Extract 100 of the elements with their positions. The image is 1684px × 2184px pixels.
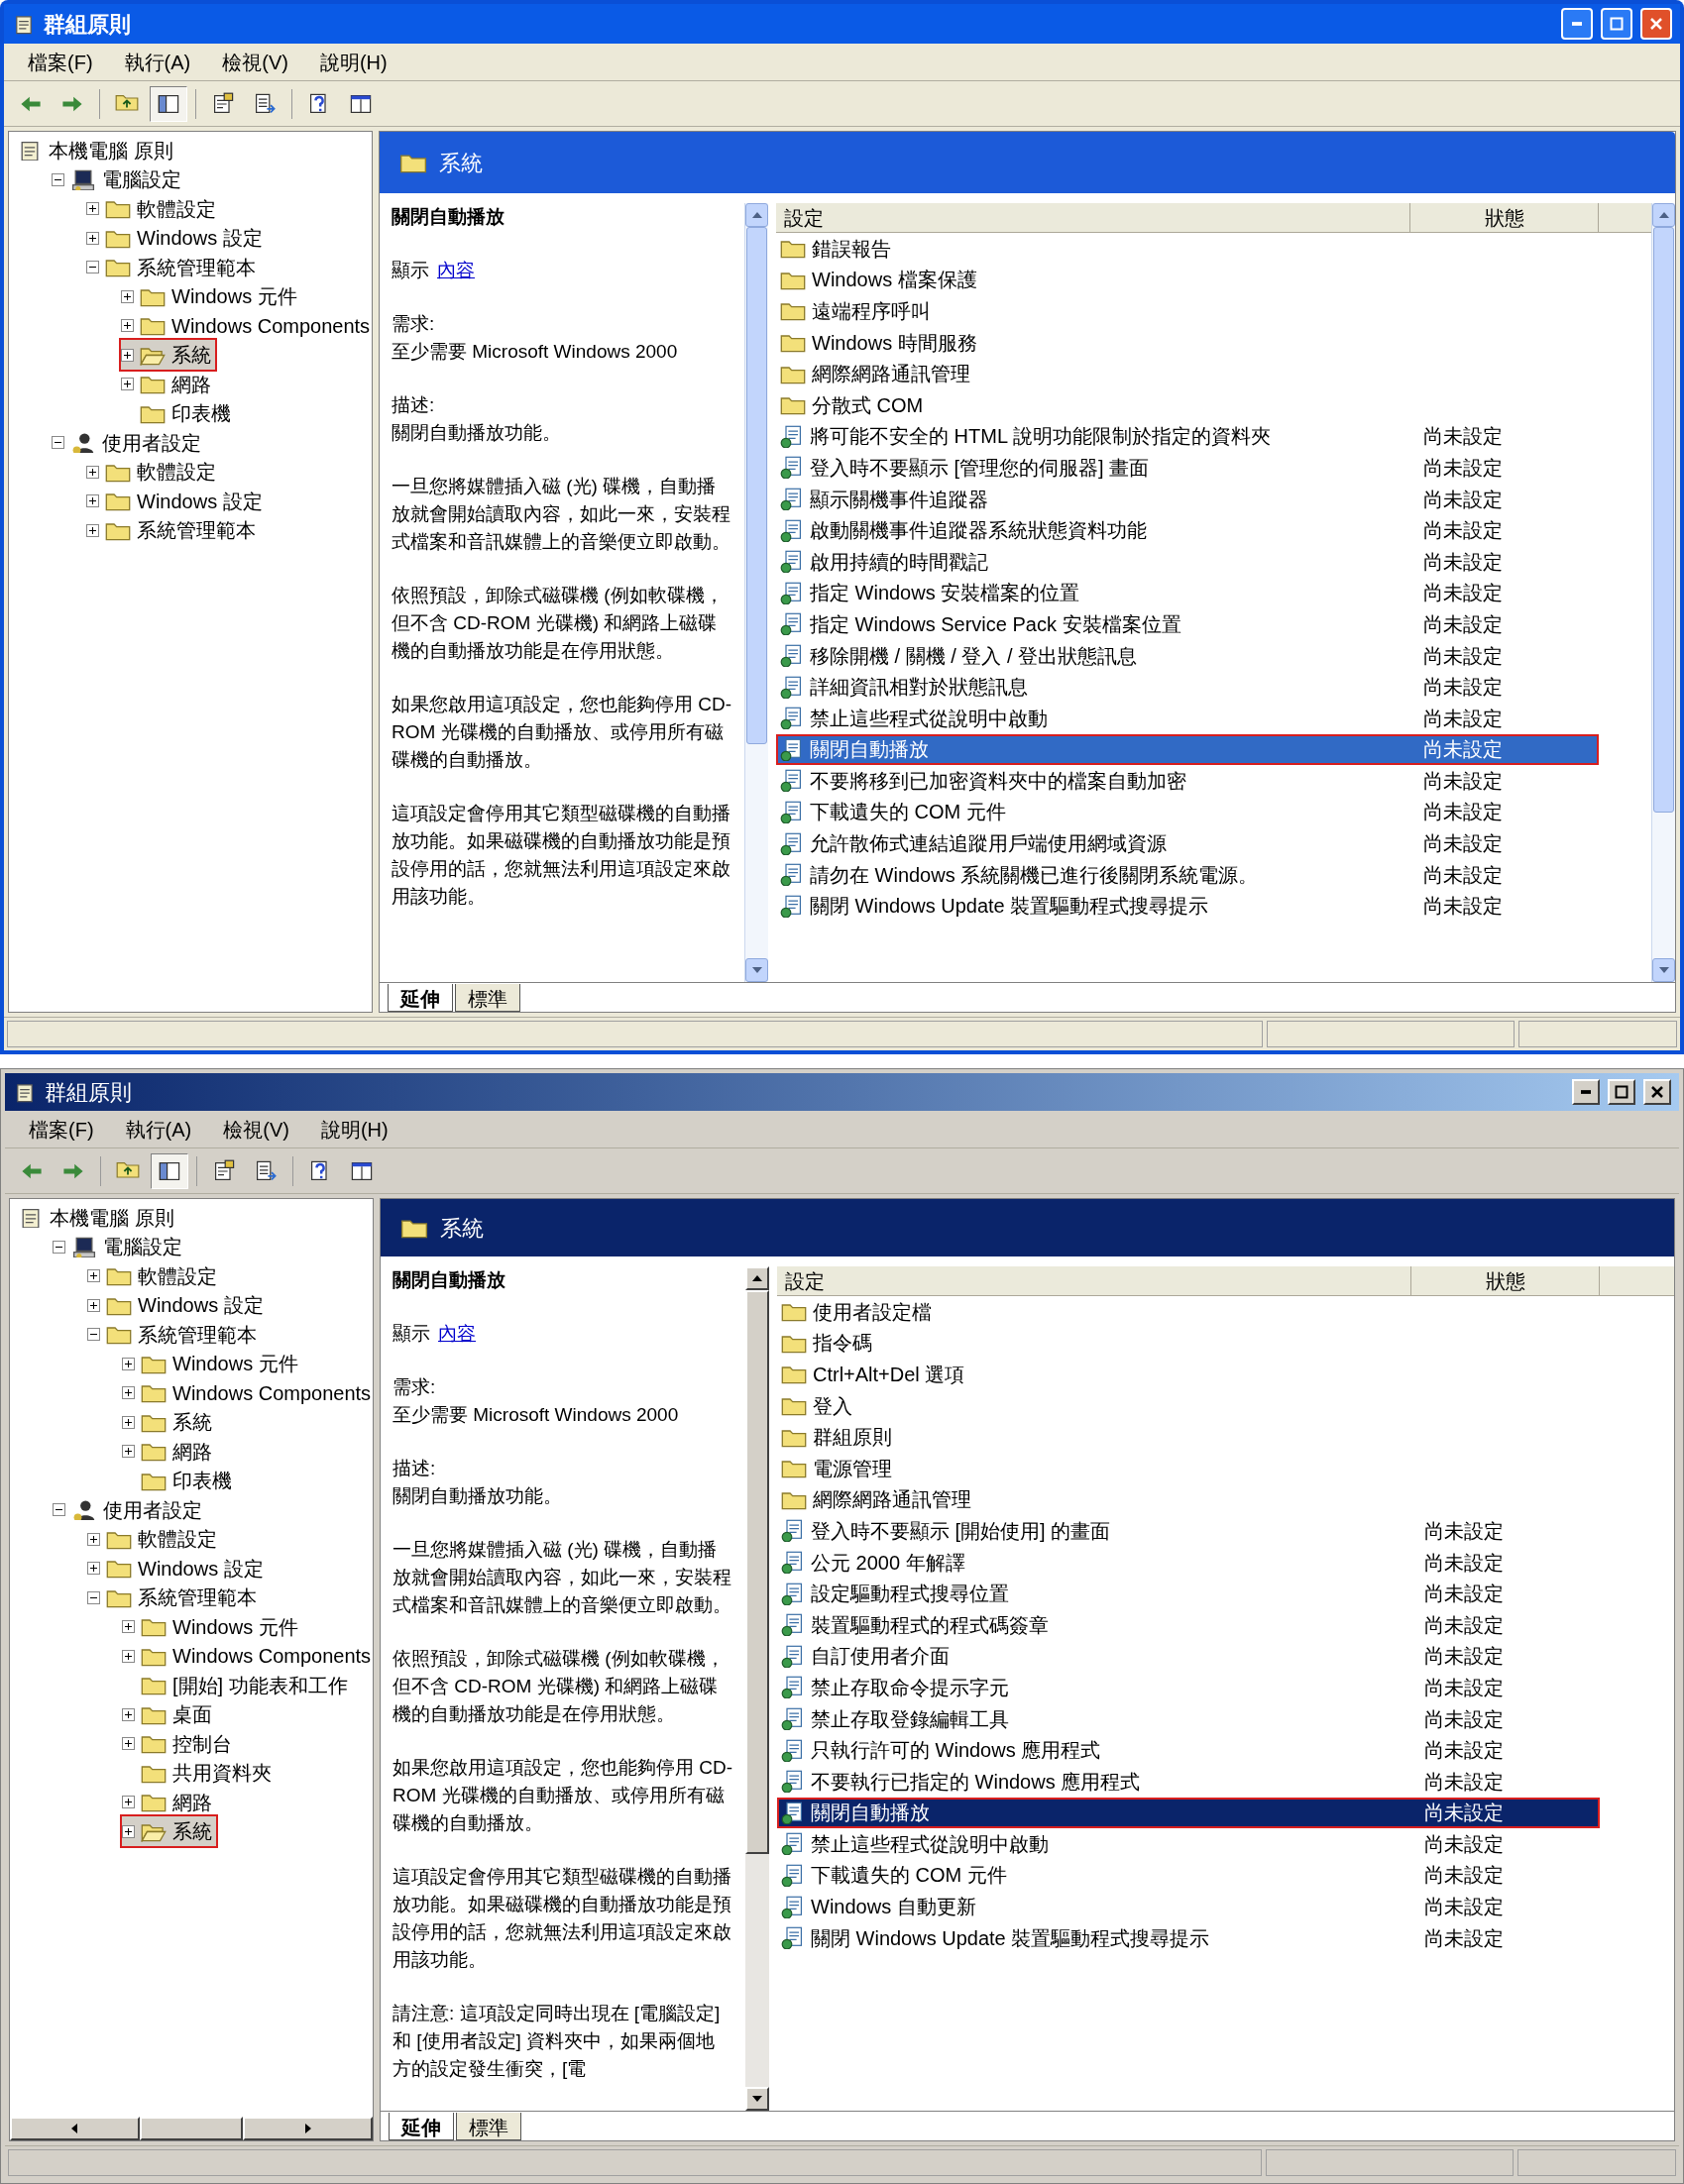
list-row[interactable]: 關閉自動播放 尚未設定	[777, 1797, 1600, 1829]
content-link[interactable]: 內容	[437, 257, 475, 284]
expand-icon[interactable]	[122, 1824, 135, 1838]
column-header[interactable]: 狀態	[1410, 203, 1599, 232]
tree-item[interactable]: 使用者設定	[53, 1494, 206, 1525]
tree-item[interactable]: [開始] 功能表和工作	[122, 1670, 352, 1700]
content-link[interactable]: 內容	[438, 1320, 476, 1348]
tree-item[interactable]: Windows 設定	[87, 1290, 268, 1321]
menu-item[interactable]: 執行(A)	[113, 1114, 204, 1145]
collapse-icon[interactable]	[52, 172, 64, 186]
expand-icon[interactable]	[122, 1386, 135, 1400]
column-header[interactable]: 設定	[776, 203, 1410, 232]
expand-icon[interactable]	[87, 1532, 100, 1546]
column-header[interactable]: 設定	[777, 1266, 1411, 1295]
menu-item[interactable]: 檢視(V)	[210, 47, 300, 77]
list-row[interactable]: 關閉 Windows Update 裝置驅動程式搜尋提示 尚未設定	[777, 1921, 1600, 1954]
list-row[interactable]: 指令碼	[777, 1327, 1600, 1360]
menu-item[interactable]: 檢視(V)	[211, 1114, 301, 1145]
expand-icon[interactable]	[122, 1649, 135, 1663]
list-row[interactable]: 自訂使用者介面 尚未設定	[777, 1640, 1600, 1673]
list-row[interactable]: 將可能不安全的 HTML 說明功能限制於指定的資料夾 尚未設定	[776, 420, 1599, 453]
expand-icon[interactable]	[87, 1269, 100, 1283]
list-row[interactable]: 公元 2000 年解譯 尚未設定	[777, 1546, 1600, 1579]
scroll-thumb[interactable]	[746, 227, 767, 744]
collapse-icon[interactable]	[87, 1328, 100, 1342]
tree-item[interactable]: 系統	[122, 1816, 216, 1847]
tree-item[interactable]: Windows Components	[121, 310, 372, 341]
list-row[interactable]: 禁止這些程式從說明中啟動 尚未設定	[776, 702, 1599, 734]
menu-item[interactable]: 說明(H)	[307, 47, 399, 77]
expand-icon[interactable]	[86, 465, 99, 479]
expand-icon[interactable]	[121, 348, 134, 362]
expand-icon[interactable]	[122, 1620, 135, 1634]
list-row[interactable]: Windows 自動更新 尚未設定	[777, 1891, 1600, 1922]
list-row[interactable]: 禁止存取命令提示字元 尚未設定	[777, 1672, 1600, 1703]
tree-item[interactable]: 系統	[121, 340, 215, 371]
scrollbar[interactable]	[744, 203, 768, 982]
column-header[interactable]: 狀態	[1411, 1266, 1600, 1295]
scroll-thumb[interactable]	[1653, 227, 1674, 813]
list-row[interactable]: 下載遺失的 COM 元件 尚未設定	[777, 1859, 1600, 1892]
list-row[interactable]: 分散式 COM	[776, 388, 1599, 421]
list-row[interactable]: 禁止存取登錄編輯工具 尚未設定	[777, 1702, 1600, 1735]
expand-icon[interactable]	[122, 1357, 135, 1370]
list-row[interactable]: 顯示關機事件追蹤器 尚未設定	[776, 483, 1599, 515]
tree-item[interactable]: 本機電腦 原則	[18, 1202, 178, 1233]
expand-icon[interactable]	[86, 523, 99, 537]
tree-item[interactable]: Windows 設定	[86, 223, 267, 254]
close-button[interactable]	[1643, 1079, 1671, 1105]
tree-item[interactable]: 使用者設定	[52, 427, 205, 458]
tree-item[interactable]: 軟體設定	[87, 1524, 221, 1555]
tree-item[interactable]: 印表機	[122, 1466, 236, 1496]
scroll-right-button[interactable]	[243, 2117, 373, 2140]
tree-item[interactable]: 軟體設定	[86, 193, 220, 224]
tree-item[interactable]: Windows Components	[122, 1641, 373, 1672]
tree-item[interactable]: Windows 元件	[122, 1611, 302, 1642]
view-tab[interactable]: 延伸	[388, 984, 453, 1012]
tree-item[interactable]: Windows 設定	[87, 1553, 268, 1583]
list-row[interactable]: 請勿在 Windows 系統關機已進行後關閉系統電源。 尚未設定	[776, 858, 1599, 891]
tree-item[interactable]: Windows 設定	[86, 486, 267, 516]
list-row[interactable]: 下載遺失的 COM 元件 尚未設定	[776, 796, 1599, 828]
expand-icon[interactable]	[86, 494, 99, 508]
collapse-icon[interactable]	[86, 261, 99, 274]
tree-item[interactable]: 網路	[122, 1436, 216, 1467]
tree-item[interactable]: 電腦設定	[52, 164, 185, 195]
tree-item[interactable]: 系統管理範本	[87, 1319, 261, 1350]
expand-icon[interactable]	[122, 1415, 135, 1429]
list-row[interactable]: 關閉 Windows Update 裝置驅動程式搜尋提示 尚未設定	[776, 890, 1599, 923]
list-row[interactable]: 不要將移到已加密資料夾中的檔案自動加密 尚未設定	[776, 765, 1599, 797]
list-row[interactable]: 網際網路通訊管理	[776, 358, 1599, 389]
collapse-icon[interactable]	[53, 1503, 65, 1517]
list-row[interactable]: 設定驅動程式搜尋位置 尚未設定	[777, 1578, 1600, 1609]
expand-icon[interactable]	[122, 1707, 135, 1721]
tree-item[interactable]: 網路	[122, 1787, 216, 1817]
list-row[interactable]: Ctrl+Alt+Del 選項	[777, 1359, 1600, 1390]
collapse-icon[interactable]	[87, 1590, 100, 1604]
tree-item[interactable]: 網路	[121, 369, 215, 399]
view-tab[interactable]: 標準	[455, 984, 520, 1012]
tree-item[interactable]: 軟體設定	[86, 457, 220, 488]
scrollbar[interactable]	[1651, 203, 1675, 982]
expand-icon[interactable]	[121, 289, 134, 303]
tree-item[interactable]: 系統管理範本	[87, 1583, 261, 1613]
list-row[interactable]: 只執行許可的 Windows 應用程式 尚未設定	[777, 1734, 1600, 1766]
maximize-button[interactable]	[1608, 1079, 1635, 1105]
toolbar-button[interactable]	[151, 1152, 188, 1189]
list-row[interactable]: 指定 Windows 安裝檔案的位置 尚未設定	[776, 577, 1599, 609]
list-row[interactable]: 登入	[777, 1389, 1600, 1422]
expand-icon[interactable]	[86, 231, 99, 245]
scroll-left-button[interactable]	[10, 2117, 140, 2140]
tree-item[interactable]: 桌面	[122, 1699, 216, 1730]
tree-item[interactable]: 本機電腦 原則	[17, 135, 177, 165]
toolbar-button[interactable]	[150, 85, 187, 122]
list-row[interactable]: 允許散佈式連結追蹤用戶端使用網域資源 尚未設定	[776, 827, 1599, 859]
tree-item[interactable]: 印表機	[121, 398, 235, 429]
list-row[interactable]: 裝置驅動程式的程式碼簽章 尚未設定	[777, 1608, 1600, 1641]
expand-icon[interactable]	[122, 1445, 135, 1459]
list-row[interactable]: Windows 時間服務	[776, 326, 1599, 359]
list-row[interactable]: 錯誤報告	[776, 233, 1599, 265]
list-row[interactable]: 網際網路通訊管理	[777, 1483, 1600, 1516]
list-row[interactable]: 關閉自動播放 尚未設定	[776, 733, 1599, 766]
list-row[interactable]: 遠端程序呼叫	[776, 295, 1599, 327]
tree-item[interactable]: Windows 元件	[122, 1349, 302, 1379]
